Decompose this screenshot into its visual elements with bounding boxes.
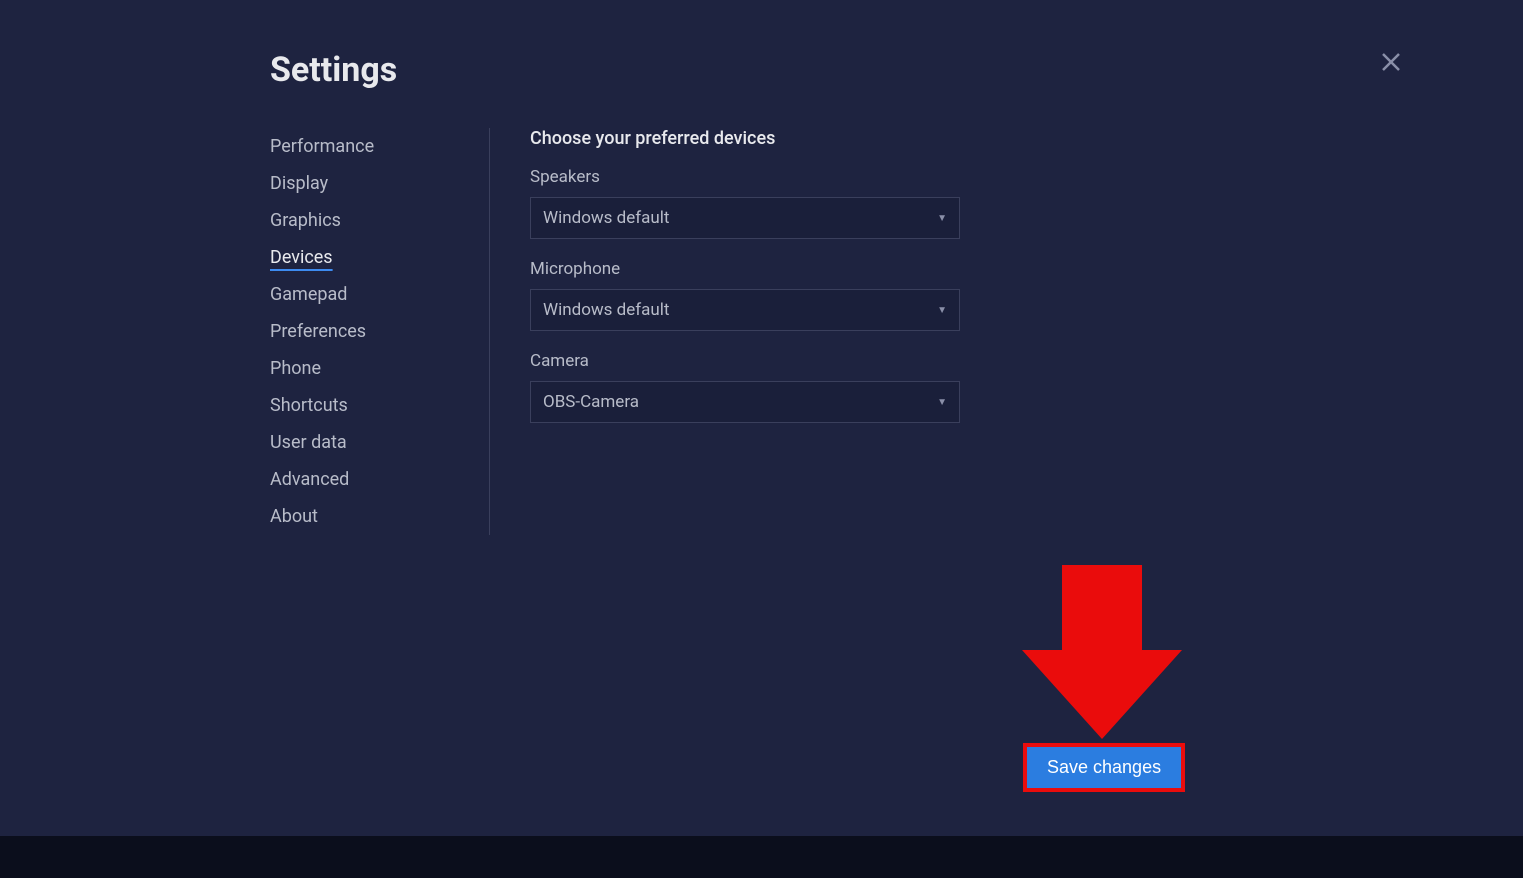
sidebar-item-phone[interactable]: Phone: [270, 350, 469, 387]
sidebar-item-gamepad[interactable]: Gamepad: [270, 276, 469, 313]
sidebar-item-advanced[interactable]: Advanced: [270, 461, 469, 498]
sidebar-item-user-data[interactable]: User data: [270, 424, 469, 461]
sidebar-item-display[interactable]: Display: [270, 165, 469, 202]
close-button[interactable]: [1379, 50, 1403, 74]
camera-select[interactable]: OBS-Camera ▼: [530, 381, 960, 423]
microphone-select[interactable]: Windows default ▼: [530, 289, 960, 331]
camera-field: Camera OBS-Camera ▼: [530, 351, 1523, 423]
settings-main: Choose your preferred devices Speakers W…: [490, 128, 1523, 535]
microphone-value: Windows default: [543, 300, 937, 320]
annotation-arrow: [1022, 565, 1182, 739]
chevron-down-icon: ▼: [937, 305, 947, 316]
arrow-down-icon: [1022, 724, 1182, 743]
sidebar-item-shortcuts[interactable]: Shortcuts: [270, 387, 469, 424]
sidebar-item-devices[interactable]: Devices: [270, 239, 469, 276]
sidebar-item-preferences[interactable]: Preferences: [270, 313, 469, 350]
save-button-highlight: Save changes: [1023, 743, 1185, 792]
sidebar-item-graphics[interactable]: Graphics: [270, 202, 469, 239]
chevron-down-icon: ▼: [937, 213, 947, 224]
speakers-value: Windows default: [543, 208, 937, 228]
page-title: Settings: [270, 50, 1523, 90]
camera-value: OBS-Camera: [543, 392, 937, 412]
speakers-label: Speakers: [530, 167, 1523, 187]
sidebar-item-about[interactable]: About: [270, 498, 469, 535]
sidebar-item-performance[interactable]: Performance: [270, 128, 469, 165]
settings-sidebar: Performance Display Graphics Devices Gam…: [270, 128, 490, 535]
chevron-down-icon: ▼: [937, 397, 947, 408]
close-icon: [1379, 59, 1403, 78]
speakers-field: Speakers Windows default ▼: [530, 167, 1523, 239]
microphone-label: Microphone: [530, 259, 1523, 279]
save-changes-button[interactable]: Save changes: [1027, 747, 1181, 788]
speakers-select[interactable]: Windows default ▼: [530, 197, 960, 239]
bottom-bar: [0, 836, 1523, 878]
microphone-field: Microphone Windows default ▼: [530, 259, 1523, 331]
section-heading: Choose your preferred devices: [530, 128, 1523, 149]
camera-label: Camera: [530, 351, 1523, 371]
